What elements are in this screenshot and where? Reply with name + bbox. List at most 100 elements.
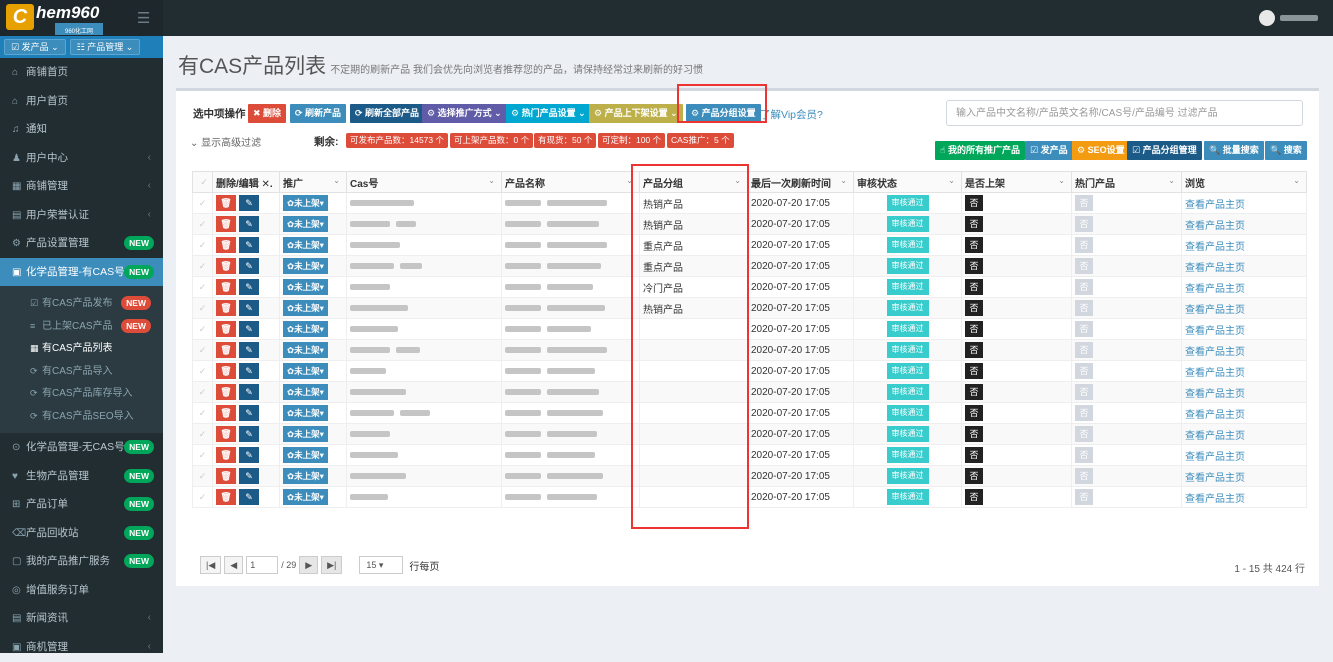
group-setting-button[interactable]: ⚙ 产品分组设置 (686, 104, 761, 123)
group-manage-button[interactable]: ☑ 产品分组管理 (1127, 141, 1202, 160)
logo[interactable]: C hem960 960化工网 ☰ (0, 0, 163, 36)
promo-dropdown[interactable]: ✿未上架▾ (283, 405, 328, 421)
hot-toggle[interactable]: 否 (1075, 384, 1093, 400)
table-row[interactable]: ✓🗑✎✿未上架▾热销产品2020-07-20 17:05审核通过否否查看产品主页 (193, 298, 1307, 319)
view-product-link[interactable]: 查看产品主页 (1185, 368, 1245, 379)
edit-icon[interactable]: ✎ (239, 426, 259, 442)
view-product-link[interactable]: 查看产品主页 (1185, 389, 1245, 400)
column-header[interactable]: Cas号⌄ (347, 172, 502, 193)
publish-button[interactable]: ☑ 发产品 (1025, 141, 1073, 160)
edit-icon[interactable]: ✎ (239, 384, 259, 400)
table-row[interactable]: ✓🗑✎✿未上架▾2020-07-20 17:05审核通过否否查看产品主页 (193, 340, 1307, 361)
hot-toggle[interactable]: 否 (1075, 258, 1093, 274)
column-header[interactable]: 是否上架⌄ (962, 172, 1072, 193)
row-checkbox[interactable]: ✓ (193, 214, 213, 235)
hot-toggle[interactable]: 否 (1075, 237, 1093, 253)
row-checkbox[interactable]: ✓ (193, 298, 213, 319)
hot-toggle[interactable]: 否 (1075, 216, 1093, 232)
chevron-down-icon[interactable]: ⌄ (948, 176, 955, 185)
sidebar-subitem[interactable]: ⟳有CAS产品SEO导入 (0, 405, 163, 428)
hot-toggle[interactable]: 否 (1075, 195, 1093, 211)
view-product-link[interactable]: 查看产品主页 (1185, 242, 1245, 253)
row-checkbox[interactable]: ✓ (193, 403, 213, 424)
view-product-link[interactable]: 查看产品主页 (1185, 200, 1245, 211)
shelf-toggle[interactable]: 否 (965, 489, 983, 505)
sidebar-item[interactable]: ⚙产品设置管理NEW (0, 229, 163, 258)
sidebar-subitem[interactable]: ⟳有CAS产品导入 (0, 360, 163, 383)
hot-toggle[interactable]: 否 (1075, 300, 1093, 316)
sidebar-item[interactable]: ▤新闻资讯‹ (0, 604, 163, 633)
promo-dropdown[interactable]: ✿未上架▾ (283, 195, 328, 211)
shelf-toggle[interactable]: 否 (965, 258, 983, 274)
table-row[interactable]: ✓🗑✎✿未上架▾冷门产品2020-07-20 17:05审核通过否否查看产品主页 (193, 277, 1307, 298)
sidebar-item[interactable]: ▢我的产品推广服务NEW (0, 547, 163, 576)
delete-icon[interactable]: 🗑 (216, 405, 236, 421)
table-row[interactable]: ✓🗑✎✿未上架▾2020-07-20 17:05审核通过否否查看产品主页 (193, 424, 1307, 445)
row-checkbox[interactable]: ✓ (193, 424, 213, 445)
promo-dropdown[interactable]: ✿未上架▾ (283, 216, 328, 232)
view-product-link[interactable]: 查看产品主页 (1185, 347, 1245, 358)
delete-icon[interactable]: 🗑 (216, 468, 236, 484)
edit-icon[interactable]: ✎ (239, 321, 259, 337)
table-row[interactable]: ✓🗑✎✿未上架▾2020-07-20 17:05审核通过否否查看产品主页 (193, 403, 1307, 424)
promo-dropdown[interactable]: ✿未上架▾ (283, 363, 328, 379)
table-row[interactable]: ✓🗑✎✿未上架▾2020-07-20 17:05审核通过否否查看产品主页 (193, 445, 1307, 466)
first-page-button[interactable]: |◀ (200, 556, 221, 574)
sidebar-item[interactable]: ⊙化学品管理-无CAS号NEW (0, 433, 163, 462)
delete-icon[interactable]: 🗑 (216, 300, 236, 316)
delete-icon[interactable]: 🗑 (216, 237, 236, 253)
table-row[interactable]: ✓🗑✎✿未上架▾热销产品2020-07-20 17:05审核通过否否查看产品主页 (193, 193, 1307, 214)
sidebar-item[interactable]: ▣化学品管理-有CAS号NEW (0, 258, 163, 287)
view-product-link[interactable]: 查看产品主页 (1185, 431, 1245, 442)
promo-dropdown[interactable]: ✿未上架▾ (283, 384, 328, 400)
table-row[interactable]: ✓🗑✎✿未上架▾2020-07-20 17:05审核通过否否查看产品主页 (193, 319, 1307, 340)
avatar-icon[interactable] (1259, 10, 1275, 26)
search-button[interactable]: 🔍 搜索 (1265, 141, 1307, 160)
delete-icon[interactable]: 🗑 (216, 489, 236, 505)
delete-icon[interactable]: 🗑 (216, 384, 236, 400)
shelf-toggle[interactable]: 否 (965, 363, 983, 379)
chevron-down-icon[interactable]: ⌄ (734, 176, 741, 185)
table-row[interactable]: ✓🗑✎✿未上架▾热销产品2020-07-20 17:05审核通过否否查看产品主页 (193, 214, 1307, 235)
sidebar-item[interactable]: ♟用户中心‹ (0, 144, 163, 173)
delete-icon[interactable]: 🗑 (216, 426, 236, 442)
sidebar-item[interactable]: ▦商铺管理‹ (0, 172, 163, 201)
shelf-toggle[interactable]: 否 (965, 216, 983, 232)
sidebar-item[interactable]: ⌂商铺首页 (0, 58, 163, 87)
chevron-down-icon[interactable]: ⌄ (840, 176, 847, 185)
sidebar-subitem[interactable]: ⟳有CAS产品库存导入 (0, 382, 163, 405)
shelf-toggle[interactable]: 否 (965, 342, 983, 358)
row-checkbox[interactable]: ✓ (193, 361, 213, 382)
promo-dropdown[interactable]: ✿未上架▾ (283, 468, 328, 484)
promo-dropdown[interactable]: ✿未上架▾ (283, 258, 328, 274)
last-page-button[interactable]: ▶| (321, 556, 342, 574)
row-checkbox[interactable]: ✓ (193, 193, 213, 214)
hamburger-icon[interactable]: ☰ (137, 9, 150, 27)
table-row[interactable]: ✓🗑✎✿未上架▾2020-07-20 17:05审核通过否否查看产品主页 (193, 487, 1307, 508)
row-checkbox[interactable]: ✓ (193, 382, 213, 403)
column-header[interactable]: 推广⌄ (280, 172, 347, 193)
delete-icon[interactable]: 🗑 (216, 216, 236, 232)
row-checkbox[interactable]: ✓ (193, 256, 213, 277)
hot-toggle[interactable]: 否 (1075, 468, 1093, 484)
edit-icon[interactable]: ✎ (239, 405, 259, 421)
chevron-down-icon[interactable]: ⌄ (1058, 176, 1065, 185)
sidebar-item[interactable]: ⌫产品回收站NEW (0, 519, 163, 548)
row-checkbox[interactable]: ✓ (193, 487, 213, 508)
delete-icon[interactable]: 🗑 (216, 363, 236, 379)
view-product-link[interactable]: 查看产品主页 (1185, 284, 1245, 295)
sidebar-subitem[interactable]: ☑有CAS产品发布NEW (0, 292, 163, 315)
promo-dropdown[interactable]: ✿未上架▾ (283, 489, 328, 505)
shelf-toggle[interactable]: 否 (965, 405, 983, 421)
promote-method-button[interactable]: ⚙ 选择推广方式 ⌄ (422, 104, 507, 123)
view-product-link[interactable]: 查看产品主页 (1185, 473, 1245, 484)
delete-icon[interactable]: 🗑 (216, 321, 236, 337)
chevron-down-icon[interactable]: ⌄ (488, 176, 495, 185)
view-product-link[interactable]: 查看产品主页 (1185, 494, 1245, 505)
sidebar-subitem[interactable]: ≡已上架CAS产品NEW (0, 315, 163, 338)
row-checkbox[interactable]: ✓ (193, 340, 213, 361)
promo-dropdown[interactable]: ✿未上架▾ (283, 426, 328, 442)
edit-icon[interactable]: ✎ (239, 300, 259, 316)
promo-dropdown[interactable]: ✿未上架▾ (283, 321, 328, 337)
shelf-toggle[interactable]: 否 (965, 426, 983, 442)
